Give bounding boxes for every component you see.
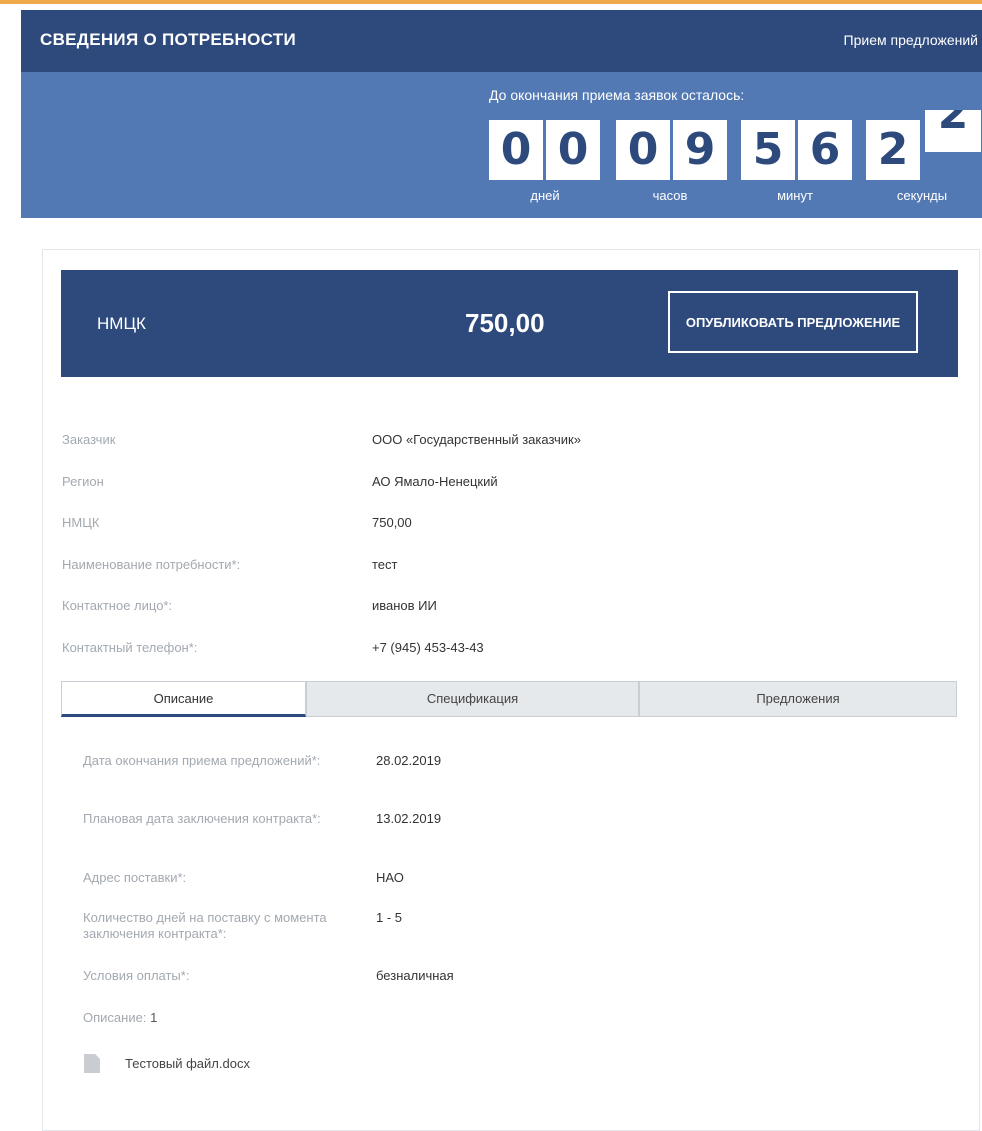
desc-value-end-date: 28.02.2019 <box>376 753 442 768</box>
info-value-need-name: тест <box>372 557 398 572</box>
price-label: НМЦК <box>97 314 146 333</box>
countdown-unit-hours: часов <box>652 188 688 203</box>
info-value-region: АО Ямало-Ненецкий <box>372 474 498 489</box>
info-value-nmck: 750,00 <box>372 515 412 530</box>
info-label-customer: Заказчик <box>62 432 116 447</box>
file-icon <box>84 1054 100 1073</box>
tab-bar: Описание Спецификация Предложения <box>61 681 957 717</box>
attached-file-link[interactable]: Тестовый файл.docx <box>125 1056 250 1071</box>
info-label-region: Регион <box>62 474 104 489</box>
price-value: 750,00 <box>465 308 545 338</box>
countdown-label: До окончания приема заявок осталось: <box>489 87 745 103</box>
info-label-nmck: НМЦК <box>62 515 100 530</box>
desc-label-payment: Условия оплаты*: <box>83 968 190 983</box>
description-note: Описание: 1 <box>83 1010 157 1025</box>
info-label-contact-phone: Контактный телефон*: <box>62 640 198 655</box>
countdown-seconds-digit-1: 2 <box>866 120 920 180</box>
countdown-hours-digit-1: 0 <box>616 120 670 180</box>
desc-label-end-date: Дата окончания приема предложений*: <box>83 753 321 768</box>
page-title: СВЕДЕНИЯ О ПОТРЕБНОСТИ <box>40 30 297 49</box>
description-note-value: 1 <box>150 1010 158 1025</box>
page-header: СВЕДЕНИЯ О ПОТРЕБНОСТИ Прием предложений <box>21 10 982 72</box>
desc-value-payment: безналичная <box>376 968 454 983</box>
countdown-unit-minutes: минут <box>777 188 813 203</box>
tab-specification[interactable]: Спецификация <box>306 681 639 717</box>
info-value-contact-person: иванов ИИ <box>372 598 437 613</box>
status-label: Прием предложений <box>843 32 978 48</box>
countdown-hours-digit-2: 9 <box>673 120 727 180</box>
info-value-customer: ООО «Государственный заказчик» <box>372 432 581 447</box>
tab-offers[interactable]: Предложения <box>639 681 957 717</box>
info-label-need-name: Наименование потребности*: <box>62 557 241 572</box>
countdown-unit-days: дней <box>530 188 560 203</box>
info-label-contact-person: Контактное лицо*: <box>62 598 173 613</box>
countdown-seconds-digit-2: 2 <box>925 110 981 152</box>
countdown-panel: До окончания приема заявок осталось: 0 0… <box>21 72 982 218</box>
countdown-days-digit-1: 0 <box>489 120 543 180</box>
countdown-minutes-digit-1: 5 <box>741 120 795 180</box>
desc-label-delivery-days: Количество дней на поставку с момента за… <box>83 910 327 941</box>
desc-value-contract-date: 13.02.2019 <box>376 811 442 826</box>
price-panel: НМЦК 750,00 ОПУБЛИКОВАТЬ ПРЕДЛОЖЕНИЕ <box>61 270 958 377</box>
desc-label-delivery-address: Адрес поставки*: <box>83 870 187 885</box>
countdown-days-digit-2: 0 <box>546 120 600 180</box>
top-accent-line <box>0 0 982 4</box>
desc-value-delivery-days: 1 - 5 <box>376 910 403 925</box>
tab-description[interactable]: Описание <box>61 681 306 717</box>
countdown-unit-seconds: секунды <box>896 188 948 203</box>
description-note-label: Описание: <box>83 1010 147 1025</box>
desc-value-delivery-address: НАО <box>376 870 404 885</box>
publish-offer-button[interactable]: ОПУБЛИКОВАТЬ ПРЕДЛОЖЕНИЕ <box>668 291 918 353</box>
countdown-minutes-digit-2: 6 <box>798 120 852 180</box>
info-value-contact-phone: +7 (945) 453-43-43 <box>372 640 484 655</box>
desc-label-contract-date: Плановая дата заключения контракта*: <box>83 811 321 826</box>
